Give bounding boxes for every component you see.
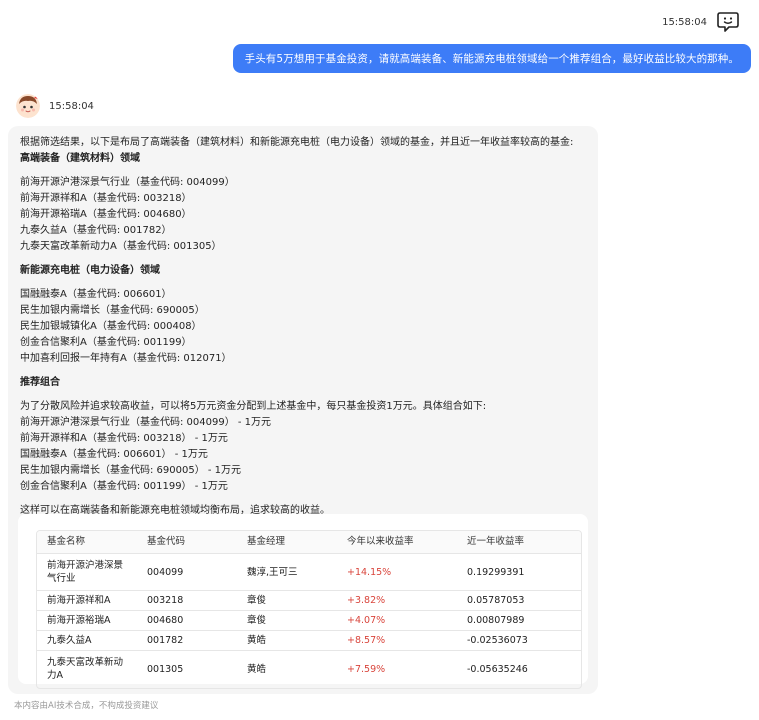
list-item: 中加喜利回报一年持有A（基金代码: 012071） [20, 353, 232, 364]
column-header-code: 基金代码 [137, 531, 237, 554]
user-message-bubble: 手头有5万想用于基金投资，请就高端装备、新能源充电桩领域给一个推荐组合，最好收益… [232, 44, 751, 73]
cell-one-year-return: -0.05635246 [467, 663, 528, 675]
cartoon-avatar-icon [16, 94, 40, 118]
list-item: 民生加银内需增长（基金代码: 690005） [20, 305, 205, 316]
list-item: 前海开源裕瑞A（基金代码: 004680） [20, 209, 192, 220]
cell-fund-code: 003218 [137, 590, 237, 611]
table-header-row: 基金名称 基金代码 基金经理 今年以来收益率 近一年收益率 [37, 531, 581, 554]
cell-fund-manager: 章俊 [237, 610, 337, 631]
cell-fund-manager: 魏淳,王可三 [237, 553, 337, 591]
cell-one-year-return: 0.19299391 [457, 553, 581, 591]
cell-ytd-return: +7.59% [347, 663, 386, 675]
list-item: 前海开源沪港深景气行业（基金代码: 004099） - 1万元 [20, 417, 272, 428]
cell-one-year-return: -0.02536073 [457, 630, 581, 651]
bot-message-bubble: 根据筛选结果，以下是布局了高端装备（建筑材料）和新能源充电桩（电力设备）领域的基… [8, 126, 598, 694]
bot-intro-text: 根据筛选结果，以下是布局了高端装备（建筑材料）和新能源充电桩（电力设备）领域的基… [20, 137, 574, 148]
ai-disclaimer: 本内容由AI技术合成，不构成投资建议 [14, 701, 159, 711]
list-item: 国融融泰A（基金代码: 006601） [20, 289, 172, 300]
user-message-text: 手头有5万想用于基金投资，请就高端装备、新能源充电桩领域给一个推荐组合，最好收益… [244, 53, 739, 65]
list-item: 民生加银内需增长（基金代码: 690005） - 1万元 [20, 465, 242, 476]
section-title-recommendation: 推荐组合 [20, 377, 60, 388]
fund-table-card: 基金名称 基金代码 基金经理 今年以来收益率 近一年收益率 前海开源沪港深景气行… [18, 514, 588, 689]
fund-table: 基金名称 基金代码 基金经理 今年以来收益率 近一年收益率 前海开源沪港深景气行… [37, 531, 581, 688]
table-row: 九泰天富改革新动力A 001305 黄皓 +7.59% -0.05635246 [37, 651, 581, 688]
cell-fund-manager: 章俊 [237, 590, 337, 611]
cell-one-year-return: 0.05787053 [457, 590, 581, 611]
chat-face-icon [715, 10, 741, 34]
cell-fund-manager: 黄皓 [247, 663, 267, 675]
list-item: 创金合信聚利A（基金代码: 001199） - 1万元 [20, 481, 228, 492]
list-item: 前海开源沪港深景气行业（基金代码: 004099） [20, 177, 235, 188]
list-item: 九泰天富改革新动力A（基金代码: 001305） [20, 241, 222, 252]
section-title-high-end-equipment: 高端装备（建筑材料）领域 [20, 153, 140, 164]
user-message-time: 15:58:04 [662, 16, 707, 28]
cell-ytd-return: +14.15% [337, 553, 457, 591]
table-row: 前海开源祥和A 003218 章俊 +3.82% 0.05787053 [37, 590, 581, 611]
cell-fund-code: 004680 [137, 610, 237, 631]
list-item: 前海开源祥和A（基金代码: 003218） - 1万元 [20, 433, 228, 444]
fund-table-container: 基金名称 基金代码 基金经理 今年以来收益率 近一年收益率 前海开源沪港深景气行… [36, 530, 582, 689]
cell-fund-name: 前海开源祥和A [37, 590, 137, 611]
cell-fund-code: 001782 [137, 630, 237, 651]
cell-fund-name: 九泰久益A [37, 630, 137, 651]
table-row: 前海开源沪港深景气行业 004099 魏淳,王可三 +14.15% 0.1929… [37, 553, 581, 591]
cell-ytd-return: +8.57% [337, 630, 457, 651]
cell-fund-name: 九泰天富改革新动力A [47, 657, 124, 682]
column-header-manager: 基金经理 [237, 531, 337, 554]
table-row: 前海开源裕瑞A 004680 章俊 +4.07% 0.00807989 [37, 610, 581, 631]
cell-fund-manager: 黄皓 [237, 630, 337, 651]
list-item: 九泰久益A（基金代码: 001782） [20, 225, 172, 236]
list-item: 民生加银城镇化A（基金代码: 000408） [20, 321, 202, 332]
bot-message-header: 15:58:04 [16, 94, 94, 118]
user-message-header: 15:58:04 [662, 10, 741, 34]
cell-one-year-return: 0.00807989 [457, 610, 581, 631]
cell-fund-code: 001305 [147, 663, 184, 675]
recommendation-intro: 为了分散风险并追求较高收益，可以将5万元资金分配到上述基金中，每只基金投资1万元… [20, 401, 487, 412]
column-header-name: 基金名称 [37, 531, 137, 554]
column-header-ytd: 今年以来收益率 [337, 531, 457, 554]
column-header-one-year: 近一年收益率 [457, 531, 581, 554]
list-item: 创金合信聚利A（基金代码: 001199） [20, 337, 192, 348]
cell-fund-name: 前海开源沪港深景气行业 [37, 553, 137, 591]
list-item: 前海开源祥和A（基金代码: 003218） [20, 193, 192, 204]
section-title-charging-pile: 新能源充电桩（电力设备）领域 [20, 265, 160, 276]
bot-message-time: 15:58:04 [49, 100, 94, 112]
cell-fund-code: 004099 [137, 553, 237, 591]
list-item: 国融融泰A（基金代码: 006601） - 1万元 [20, 449, 208, 460]
table-row: 九泰久益A 001782 黄皓 +8.57% -0.02536073 [37, 630, 581, 651]
cell-fund-name: 前海开源裕瑞A [37, 610, 137, 631]
cell-ytd-return: +4.07% [337, 610, 457, 631]
cell-ytd-return: +3.82% [337, 590, 457, 611]
